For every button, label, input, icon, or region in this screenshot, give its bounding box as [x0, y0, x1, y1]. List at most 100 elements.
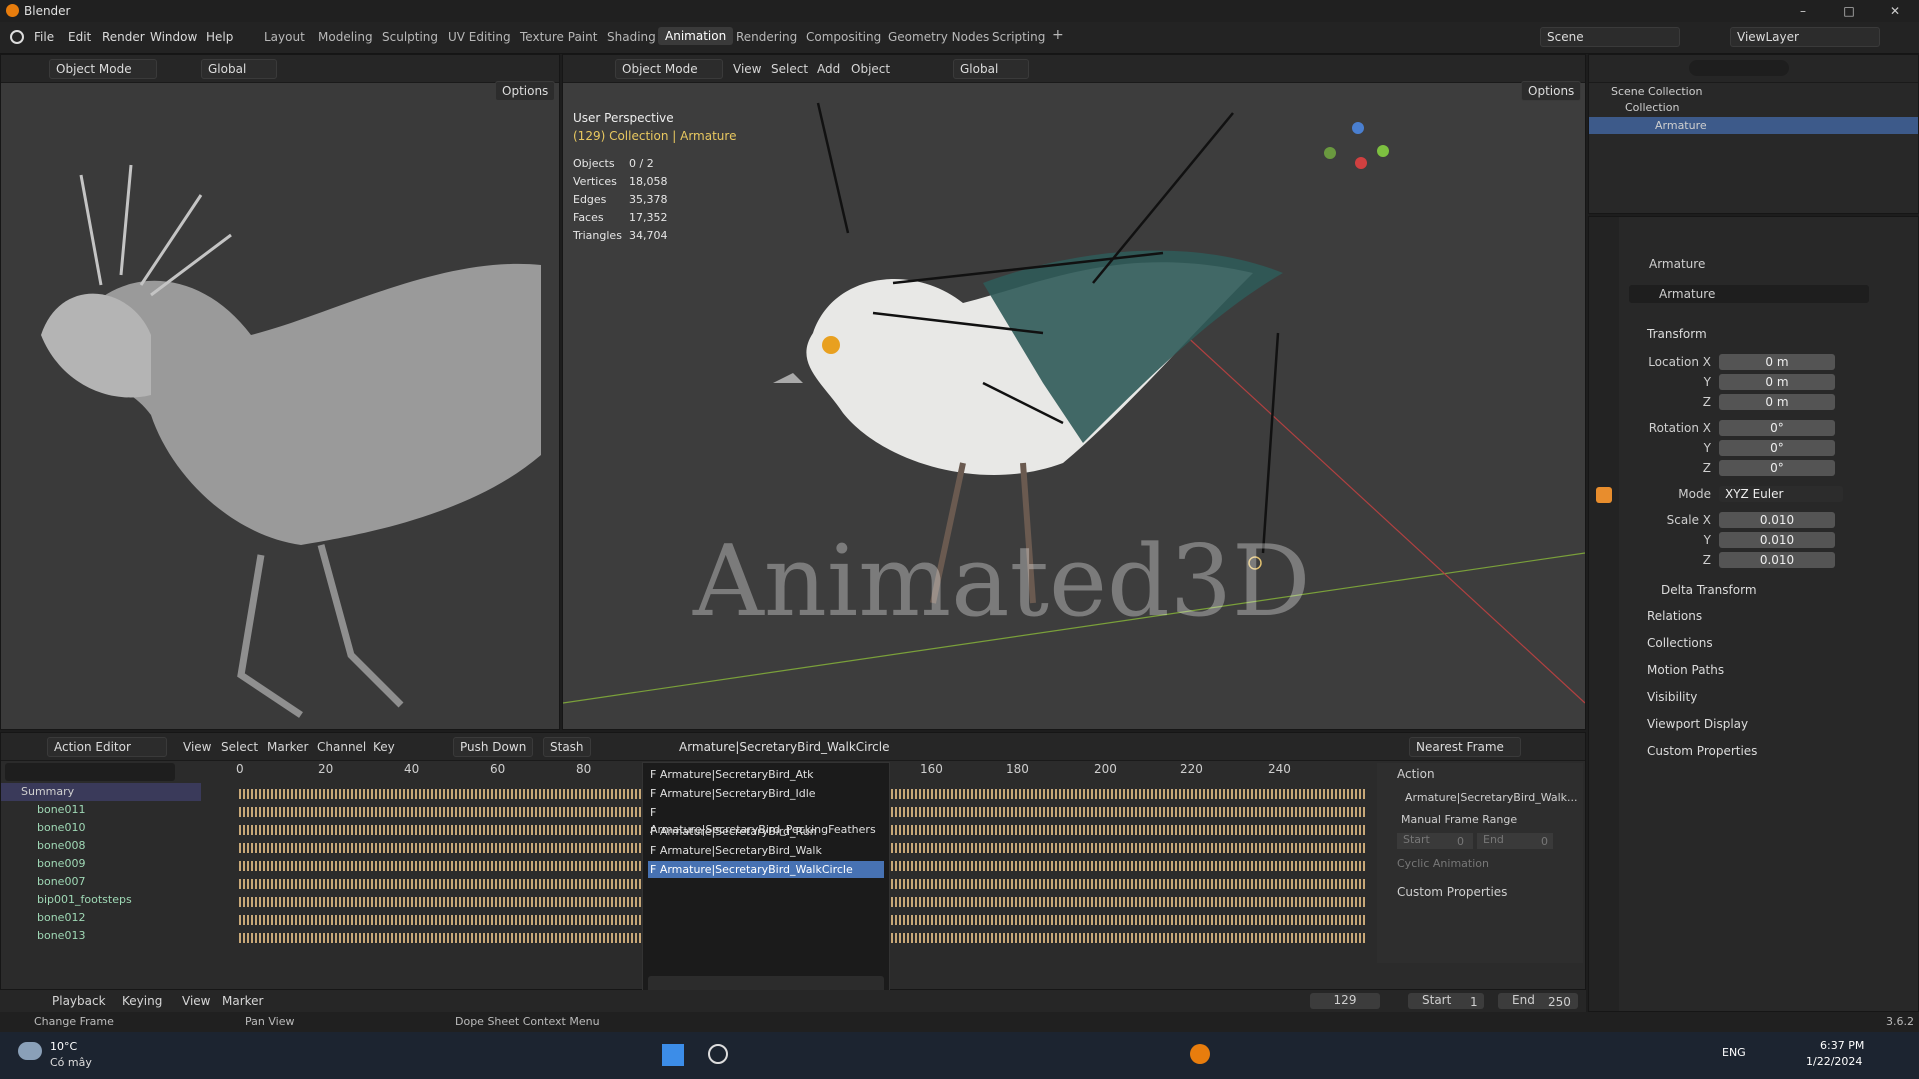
channel-row[interactable]: bone010 [1, 819, 201, 837]
main-viewport[interactable]: Object Mode View Select Add Object Globa… [562, 54, 1586, 730]
menu-window[interactable]: Window [150, 30, 197, 44]
ae-menu-view[interactable]: View [183, 740, 211, 754]
channel-row[interactable]: bone011 [1, 801, 201, 819]
main-orientation-selector[interactable]: Global [953, 59, 1029, 79]
tab-compositing[interactable]: Compositing [806, 30, 881, 44]
cyclic-animation-checkbox[interactable]: Cyclic Animation [1397, 857, 1489, 870]
tab-layout[interactable]: Layout [264, 30, 305, 44]
left-orientation-selector[interactable]: Global [201, 59, 277, 79]
manual-frame-range-checkbox[interactable]: Manual Frame Range [1401, 813, 1517, 826]
rotation-x-field[interactable]: 0° [1719, 420, 1835, 436]
menu-help[interactable]: Help [206, 30, 233, 44]
scale-x-field[interactable]: 0.010 [1719, 512, 1835, 528]
location-y-field[interactable]: 0 m [1719, 374, 1835, 390]
action-sidebar-title[interactable]: Action [1397, 767, 1435, 781]
start-icon[interactable] [662, 1044, 684, 1066]
current-frame-field[interactable]: 129 [1310, 993, 1380, 1009]
clock-date[interactable]: 1/22/2024 [1806, 1055, 1862, 1068]
editor-mode-selector[interactable]: Action Editor [47, 737, 167, 757]
object-name-field[interactable]: Armature [1629, 285, 1869, 303]
push-down-button[interactable]: Push Down [453, 737, 534, 757]
section-collections[interactable]: Collections [1647, 636, 1713, 650]
action-custom-properties[interactable]: Custom Properties [1397, 885, 1507, 899]
channel-row[interactable]: bone007 [1, 873, 201, 891]
object-properties-tab-icon[interactable] [1596, 487, 1612, 503]
scale-y-field[interactable]: 0.010 [1719, 532, 1835, 548]
clock-time[interactable]: 6:37 PM [1820, 1039, 1864, 1052]
section-relations[interactable]: Relations [1647, 609, 1702, 623]
summary-row[interactable]: Summary [1, 783, 201, 801]
outliner-collection[interactable]: Collection [1625, 101, 1679, 114]
location-z-field[interactable]: 0 m [1719, 394, 1835, 410]
outliner-scene-collection[interactable]: Scene Collection [1611, 85, 1702, 98]
transform-section-title[interactable]: Transform [1647, 327, 1707, 341]
channel-row[interactable]: bone008 [1, 837, 201, 855]
menu-edit[interactable]: Edit [68, 30, 91, 44]
tab-rendering[interactable]: Rendering [736, 30, 797, 44]
outliner-armature[interactable]: Armature [1589, 117, 1918, 134]
ae-menu-channel[interactable]: Channel [317, 740, 366, 754]
tab-scripting[interactable]: Scripting [992, 30, 1045, 44]
section-visibility[interactable]: Visibility [1647, 690, 1697, 704]
minimize-button[interactable]: – [1780, 0, 1826, 22]
dropdown-action-item[interactable]: F Armature|SecretaryBird_Run [648, 823, 884, 840]
tab-modeling[interactable]: Modeling [318, 30, 373, 44]
tab-uv-editing[interactable]: UV Editing [448, 30, 511, 44]
view-layer-selector[interactable]: ViewLayer [1730, 27, 1880, 47]
tab-animation[interactable]: Animation [658, 27, 734, 45]
ae-menu-select[interactable]: Select [221, 740, 258, 754]
ae-menu-marker[interactable]: Marker [267, 740, 308, 754]
section-motion-paths[interactable]: Motion Paths [1647, 663, 1724, 677]
language-indicator[interactable]: ENG [1722, 1046, 1746, 1059]
channel-row[interactable]: bip001_footsteps [1, 891, 201, 909]
left-options-button[interactable]: Options [495, 81, 556, 101]
dropdown-action-item[interactable]: F Armature|SecretaryBird_Idle [648, 785, 884, 802]
action-selector[interactable]: Armature|SecretaryBird_WalkCircle [679, 740, 889, 754]
menu-playback[interactable]: Playback [52, 994, 106, 1008]
outliner-search-input[interactable] [1689, 60, 1789, 76]
channel-row[interactable]: bone012 [1, 909, 201, 927]
section-viewport-display[interactable]: Viewport Display [1647, 717, 1748, 731]
menu-keying[interactable]: Keying [122, 994, 162, 1008]
section-delta-transform[interactable]: Delta Transform [1661, 583, 1757, 597]
add-workspace-button[interactable]: + [1052, 27, 1064, 43]
dropdown-action-item-selected[interactable]: F Armature|SecretaryBird_WalkCircle [648, 861, 884, 878]
dropdown-action-item[interactable]: F Armature|SecretaryBird_Atk [648, 766, 884, 783]
ae-menu-key[interactable]: Key [373, 740, 395, 754]
menu-render[interactable]: Render [102, 30, 145, 44]
channel-row[interactable]: bone009 [1, 855, 201, 873]
menu-timeline-marker[interactable]: Marker [222, 994, 263, 1008]
dropdown-action-item[interactable]: F Armature|SecretaryBird_Walk [648, 842, 884, 859]
blender-taskbar-icon[interactable] [1190, 1044, 1210, 1064]
stash-button[interactable]: Stash [543, 737, 591, 757]
location-x-field[interactable]: 0 m [1719, 354, 1835, 370]
tab-geometry-nodes[interactable]: Geometry Nodes [888, 30, 989, 44]
weather-icon[interactable] [18, 1042, 42, 1060]
scale-z-field[interactable]: 0.010 [1719, 552, 1835, 568]
search-icon[interactable] [708, 1044, 728, 1064]
menu-object[interactable]: Object [851, 62, 890, 76]
scene-selector[interactable]: Scene [1540, 27, 1680, 47]
rotation-y-field[interactable]: 0° [1719, 440, 1835, 456]
blender-menu-icon[interactable] [10, 30, 24, 44]
rotation-z-field[interactable]: 0° [1719, 460, 1835, 476]
snap-selector[interactable]: Nearest Frame [1409, 737, 1521, 757]
close-button[interactable]: ✕ [1872, 0, 1918, 22]
left-mode-selector[interactable]: Object Mode [49, 59, 157, 79]
menu-add[interactable]: Add [817, 62, 840, 76]
channel-row[interactable]: bone013 [1, 927, 201, 945]
rotation-mode-select[interactable]: XYZ Euler [1719, 486, 1843, 502]
main-mode-selector[interactable]: Object Mode [615, 59, 723, 79]
menu-select[interactable]: Select [771, 62, 808, 76]
left-viewport[interactable]: Object Mode Global Options [0, 54, 560, 730]
menu-timeline-view[interactable]: View [182, 994, 210, 1008]
section-custom-properties[interactable]: Custom Properties [1647, 744, 1757, 758]
tab-shading[interactable]: Shading [607, 30, 656, 44]
menu-view[interactable]: View [733, 62, 761, 76]
action-sidebar-name[interactable]: Armature|SecretaryBird_Walk... [1405, 791, 1578, 804]
menu-file[interactable]: File [34, 30, 54, 44]
dropdown-action-item[interactable]: F Armature|SecretaryBird_PeckingFeathers [648, 804, 884, 836]
maximize-button[interactable]: □ [1826, 0, 1872, 22]
tab-texture-paint[interactable]: Texture Paint [520, 30, 597, 44]
channel-search-input[interactable] [5, 763, 175, 781]
